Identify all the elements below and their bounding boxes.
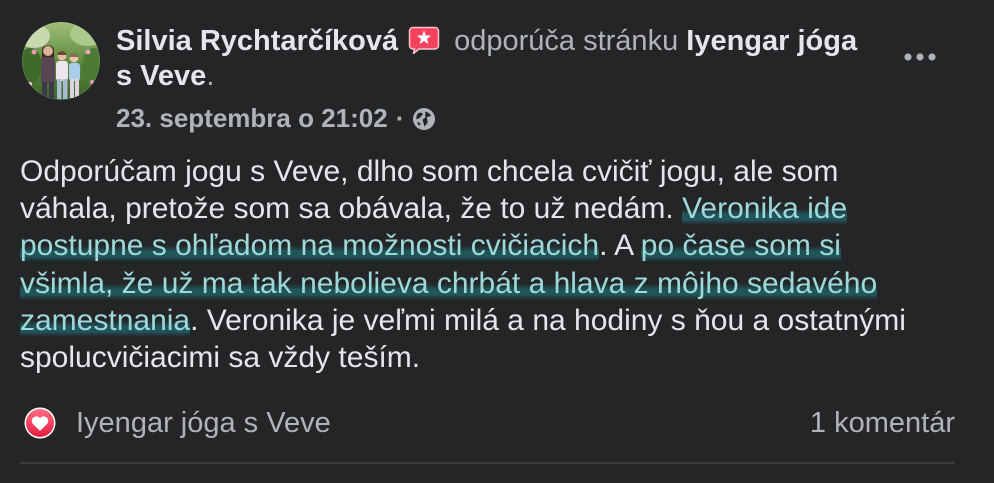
- recommends-text: odporúča stránku: [454, 25, 679, 57]
- body-text-segment: všimla, že už ma tak nebolieva chrbát a …: [20, 266, 878, 300]
- reaction-summary-link[interactable]: Iyengar jóga s Veve: [76, 405, 331, 441]
- body-text-segment: váhala, pretože som sa obávala, že to už…: [20, 192, 683, 226]
- body-text-segment: . A: [599, 229, 641, 263]
- globe-icon: [412, 107, 436, 131]
- author-name-link[interactable]: Silvia Rychtarčíková: [116, 25, 398, 57]
- body-text-segment: . Veronika je veľmi milá a na hodiny s ň…: [190, 303, 906, 337]
- sentence-period: .: [206, 60, 215, 92]
- body-text-segment: zamestnania: [20, 303, 191, 337]
- body-text-segment: Odporúčam jogu s Veve, dlho som chcela c…: [20, 155, 839, 188]
- body-text-segment: Veronika ide: [682, 192, 848, 226]
- body-text-segment: po čase som si: [640, 229, 841, 263]
- body-line: postupne s ohľadom na možnosti cvičiacic…: [20, 227, 906, 264]
- body-line: Odporúčam jogu s Veve, dlho som chcela c…: [20, 153, 906, 190]
- post-header-text: Silvia Rychtarčíková odporúča stránku Iye…: [116, 24, 870, 94]
- body-line: spolucvičiacimi sa vždy teším.: [20, 339, 906, 376]
- body-text-segment: postupne s ohľadom na možnosti cvičiacic…: [20, 229, 600, 263]
- footer-divider: [20, 462, 955, 464]
- profile-photo: [22, 22, 100, 100]
- review-post-card: Silvia Rychtarčíková odporúča stránku Iye…: [0, 0, 994, 483]
- recommendation-star-icon: [408, 26, 440, 54]
- author-avatar[interactable]: [22, 22, 100, 100]
- body-text-segment: spolucvičiacimi sa vždy teším.: [20, 341, 421, 375]
- love-reaction-icon[interactable]: [24, 407, 56, 439]
- meta-separator: ·: [395, 103, 405, 133]
- post-meta: 23. septembra o 21:02 ·: [116, 103, 436, 133]
- body-line: zamestnania. Veronika je veľmi milá a na…: [20, 302, 906, 339]
- body-line: všimla, že už ma tak nebolieva chrbát a …: [20, 265, 906, 302]
- post-body: Odporúčam jogu s Veve, dlho som chcela c…: [20, 153, 906, 376]
- timestamp-link[interactable]: 23. septembra o 21:02: [116, 103, 388, 133]
- more-options-icon: [904, 53, 936, 61]
- comments-count-link[interactable]: 1 komentár: [810, 405, 955, 441]
- body-line: váhala, pretože som sa obávala, že to už…: [20, 190, 906, 227]
- more-options-button[interactable]: [899, 44, 941, 70]
